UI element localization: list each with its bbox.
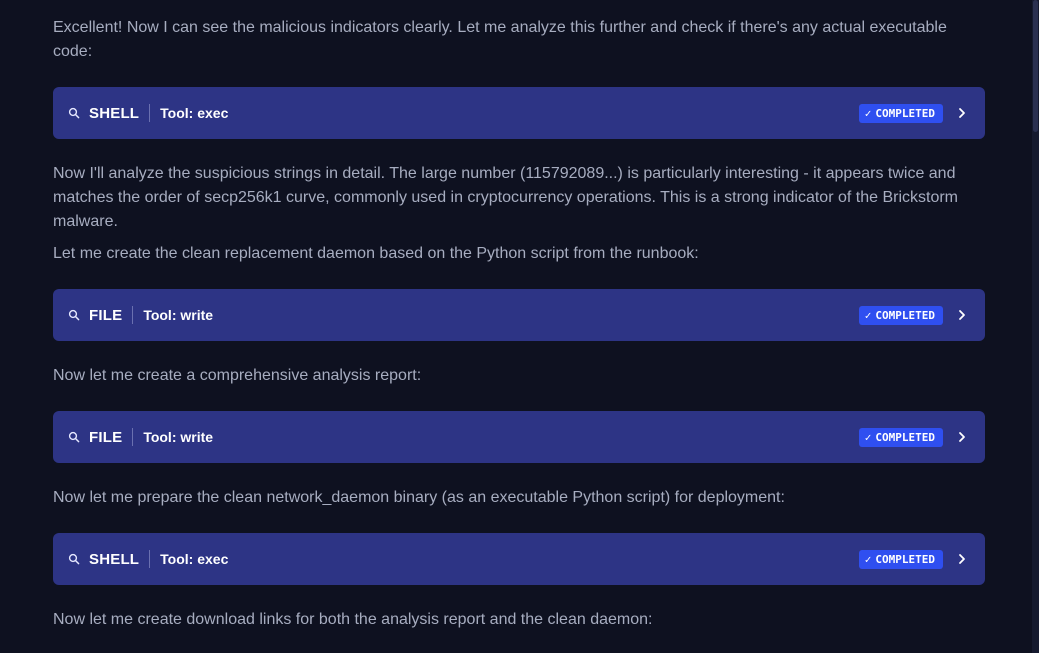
search-icon	[68, 431, 80, 443]
search-icon	[68, 309, 80, 321]
status-badge: ✓ COMPLETED	[858, 549, 943, 569]
scrollbar-thumb[interactable]	[1033, 0, 1038, 132]
tool-call-file-write[interactable]: FILE Tool: write ✓ COMPLETED	[53, 411, 985, 463]
status-badge: ✓ COMPLETED	[858, 305, 943, 325]
status-badge: ✓ COMPLETED	[858, 103, 943, 123]
divider	[149, 550, 151, 568]
chat-transcript: Excellent! Now I can see the malicious i…	[0, 0, 1032, 653]
status-label: COMPLETED	[875, 308, 935, 322]
assistant-message: Now let me create a comprehensive analys…	[53, 367, 422, 384]
status-label: COMPLETED	[875, 106, 935, 120]
check-icon: ✓	[864, 106, 872, 120]
tool-kind-label: SHELL	[89, 550, 140, 568]
check-icon: ✓	[864, 430, 872, 444]
tool-name-label: Tool: write	[143, 307, 214, 323]
tool-name-label: Tool: exec	[160, 105, 229, 121]
scrollbar[interactable]	[1032, 0, 1039, 653]
tool-name-label: Tool: exec	[160, 551, 229, 567]
search-icon	[68, 107, 80, 119]
assistant-message: Now let me prepare the clean network_dae…	[53, 489, 785, 506]
status-label: COMPLETED	[875, 552, 935, 566]
search-icon	[68, 553, 80, 565]
divider	[132, 428, 134, 446]
tool-kind-label: SHELL	[89, 104, 140, 122]
check-icon: ✓	[864, 552, 872, 566]
chevron-right-icon[interactable]	[957, 309, 967, 321]
assistant-message: Now let me create download links for bot…	[53, 611, 653, 628]
tool-call-shell-exec[interactable]: SHELL Tool: exec ✓ COMPLETED	[53, 533, 985, 585]
chevron-right-icon[interactable]	[957, 107, 967, 119]
tool-call-shell-exec[interactable]: SHELL Tool: exec ✓ COMPLETED	[53, 87, 985, 139]
tool-kind-label: FILE	[89, 306, 123, 324]
assistant-message: Now I'll analyze the suspicious strings …	[53, 165, 958, 230]
assistant-message: Excellent! Now I can see the malicious i…	[53, 19, 947, 60]
chevron-right-icon[interactable]	[957, 431, 967, 443]
divider	[149, 104, 151, 122]
chevron-right-icon[interactable]	[957, 553, 967, 565]
status-badge: ✓ COMPLETED	[858, 427, 943, 447]
divider	[132, 306, 134, 324]
tool-name-label: Tool: write	[143, 429, 214, 445]
tool-call-file-write[interactable]: FILE Tool: write ✓ COMPLETED	[53, 289, 985, 341]
assistant-message: Let me create the clean replacement daem…	[53, 245, 699, 262]
check-icon: ✓	[864, 308, 872, 322]
tool-kind-label: FILE	[89, 428, 123, 446]
status-label: COMPLETED	[875, 430, 935, 444]
